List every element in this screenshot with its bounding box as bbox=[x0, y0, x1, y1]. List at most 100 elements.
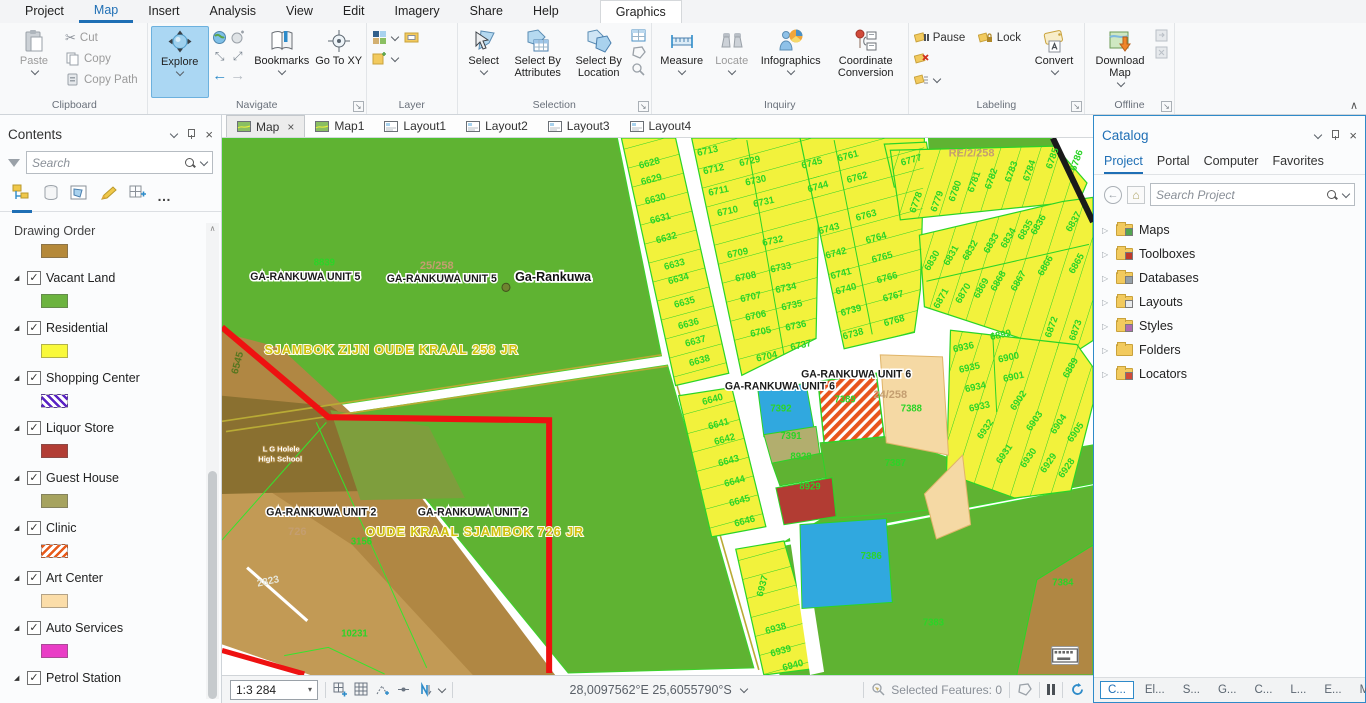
previous-extent-icon[interactable]: ← bbox=[212, 67, 227, 84]
contents-search-input[interactable]: Search bbox=[26, 151, 213, 174]
layer-symbol-swatch[interactable] bbox=[41, 544, 68, 558]
layer-visibility-checkbox[interactable]: ✓ bbox=[27, 621, 41, 635]
add-to-grid-icon[interactable] bbox=[333, 682, 348, 697]
collapse-ribbon-icon[interactable]: ∧ bbox=[1350, 99, 1358, 112]
catalog-item-folders[interactable]: ▷Folders bbox=[1102, 338, 1365, 362]
chevron-down-icon[interactable] bbox=[438, 686, 445, 693]
document-tab-map[interactable]: Map× bbox=[226, 115, 305, 137]
docked-pane-tab-0[interactable]: C... bbox=[1100, 681, 1134, 699]
list-by-drawing-order-tab[interactable] bbox=[12, 184, 32, 213]
measure-button[interactable]: Measure bbox=[655, 26, 709, 75]
pin-icon[interactable] bbox=[187, 129, 195, 139]
infographics-button[interactable]: Infographics bbox=[755, 26, 827, 75]
layer-visibility-checkbox[interactable]: ✓ bbox=[27, 471, 41, 485]
layer-row[interactable]: ◢✓Clinic bbox=[14, 516, 221, 540]
docked-pane-tab-6[interactable]: E... bbox=[1317, 682, 1348, 698]
layer-symbol-swatch[interactable] bbox=[41, 394, 68, 408]
go-to-xy-button[interactable]: Go To XY bbox=[315, 26, 363, 67]
paste-button[interactable]: Paste bbox=[5, 26, 63, 75]
catalog-tab-portal[interactable]: Portal bbox=[1157, 154, 1190, 174]
layer-visibility-checkbox[interactable]: ✓ bbox=[27, 321, 41, 335]
select-by-location-button[interactable]: Select By Location bbox=[569, 26, 629, 79]
refresh-icon[interactable] bbox=[1070, 682, 1085, 697]
locate-button[interactable]: Locate bbox=[709, 26, 755, 75]
ribbon-tab-project[interactable]: Project bbox=[10, 0, 79, 23]
coordinate-readout[interactable]: 28,0097562°E 25,6055790°S bbox=[460, 683, 856, 697]
ribbon-tab-analysis[interactable]: Analysis bbox=[195, 0, 272, 23]
catalog-tab-project[interactable]: Project bbox=[1104, 154, 1143, 174]
document-tab-layout3[interactable]: Layout3 bbox=[538, 115, 620, 137]
layer-visibility-checkbox[interactable]: ✓ bbox=[27, 671, 41, 685]
catalog-item-maps[interactable]: ▷Maps bbox=[1102, 218, 1365, 242]
layer-row[interactable]: ◢✓Residential bbox=[14, 316, 221, 340]
attribute-table-icon[interactable] bbox=[631, 28, 646, 43]
expand-icon[interactable]: ◢ bbox=[14, 424, 22, 432]
catalog-tab-favorites[interactable]: Favorites bbox=[1272, 154, 1323, 174]
ribbon-tab-view[interactable]: View bbox=[271, 0, 328, 23]
add-preset-icon[interactable] bbox=[404, 30, 419, 45]
list-by-editing-tab[interactable] bbox=[99, 184, 119, 213]
layer-symbol-swatch[interactable] bbox=[41, 494, 68, 508]
select-button[interactable]: Select bbox=[461, 26, 507, 75]
catalog-item-layouts[interactable]: ▷Layouts bbox=[1102, 290, 1365, 314]
pause-labeling-button[interactable]: Pause bbox=[914, 28, 974, 47]
expand-icon[interactable]: ◢ bbox=[14, 474, 22, 482]
layer-visibility-checkbox[interactable]: ✓ bbox=[27, 371, 41, 385]
list-by-selection-tab[interactable] bbox=[70, 184, 90, 213]
copy-path-button[interactable]: Copy Path bbox=[65, 70, 142, 89]
catalog-item-databases[interactable]: ▷Databases bbox=[1102, 266, 1365, 290]
close-icon[interactable]: × bbox=[1349, 128, 1357, 143]
expand-icon[interactable]: ◢ bbox=[14, 324, 22, 332]
expand-icon[interactable]: ◢ bbox=[14, 274, 22, 282]
list-by-snapping-tab[interactable] bbox=[128, 184, 148, 213]
fixed-zoom-in-icon[interactable]: ⤡ bbox=[215, 49, 225, 64]
globe-icon[interactable] bbox=[212, 30, 227, 45]
snapping-icon[interactable] bbox=[375, 682, 390, 697]
selection-dialog-launcher[interactable]: ↘ bbox=[638, 101, 649, 112]
layer-symbol-swatch[interactable] bbox=[41, 644, 68, 658]
sync-map-icon[interactable] bbox=[1154, 28, 1169, 43]
list-by-data-source-tab[interactable] bbox=[41, 184, 61, 213]
contents-scrollbar[interactable]: ∧ ∧ bbox=[206, 223, 219, 699]
download-map-button[interactable]: Download Map bbox=[1088, 26, 1152, 87]
document-tab-map1[interactable]: Map1 bbox=[305, 115, 374, 137]
remove-labels-button[interactable] bbox=[914, 49, 974, 68]
expand-icon[interactable]: ▷ bbox=[1102, 370, 1110, 379]
docked-pane-tab-5[interactable]: L... bbox=[1283, 682, 1313, 698]
basemap-button[interactable] bbox=[372, 28, 402, 47]
filter-icon[interactable] bbox=[8, 159, 20, 167]
clear-selection-icon[interactable] bbox=[1017, 682, 1032, 697]
docked-pane-tab-2[interactable]: S... bbox=[1176, 682, 1207, 698]
docked-pane-tab-1[interactable]: El... bbox=[1138, 682, 1172, 698]
layer-row[interactable]: ◢✓Petrol Station bbox=[14, 666, 221, 690]
layer-row[interactable]: ◢✓Liquor Store bbox=[14, 416, 221, 440]
document-tab-layout2[interactable]: Layout2 bbox=[456, 115, 538, 137]
layer-symbol-swatch[interactable] bbox=[41, 444, 68, 458]
offline-dialog-launcher[interactable]: ↘ bbox=[1161, 101, 1172, 112]
next-extent-icon[interactable]: → bbox=[230, 67, 245, 84]
layer-visibility-checkbox[interactable]: ✓ bbox=[27, 521, 41, 535]
label-options-button[interactable] bbox=[914, 70, 974, 89]
docked-pane-tab-4[interactable]: C... bbox=[1248, 682, 1280, 698]
labeling-dialog-launcher[interactable]: ↘ bbox=[1071, 101, 1082, 112]
ribbon-tab-graphics[interactable]: Graphics bbox=[600, 0, 682, 23]
layer-visibility-checkbox[interactable]: ✓ bbox=[27, 421, 41, 435]
convert-labels-button[interactable]: Convert bbox=[1027, 26, 1081, 75]
expand-icon[interactable]: ▷ bbox=[1102, 346, 1110, 355]
layer-row[interactable]: ◢✓Art Center bbox=[14, 566, 221, 590]
catalog-item-styles[interactable]: ▷Styles bbox=[1102, 314, 1365, 338]
lasso-select-icon[interactable] bbox=[631, 45, 646, 60]
remove-map-icon[interactable] bbox=[1154, 45, 1169, 60]
navigate-dialog-launcher[interactable]: ↘ bbox=[353, 101, 364, 112]
layer-symbol-swatch[interactable] bbox=[41, 294, 68, 308]
layer-row[interactable]: ◢✓Auto Services bbox=[14, 616, 221, 640]
docked-pane-tab-7[interactable]: M... bbox=[1353, 682, 1366, 698]
add-data-button[interactable] bbox=[372, 49, 402, 68]
ribbon-tab-help[interactable]: Help bbox=[518, 0, 574, 23]
home-icon[interactable]: ⌂ bbox=[1127, 186, 1145, 204]
expand-icon[interactable]: ◢ bbox=[14, 574, 22, 582]
add-globe-icon[interactable] bbox=[230, 30, 245, 45]
map-view[interactable]: 883925/258RE/2/25824/258726GA-RANKUWA UN… bbox=[222, 138, 1093, 675]
copy-button[interactable]: Copy bbox=[65, 49, 142, 68]
ribbon-tab-insert[interactable]: Insert bbox=[133, 0, 194, 23]
